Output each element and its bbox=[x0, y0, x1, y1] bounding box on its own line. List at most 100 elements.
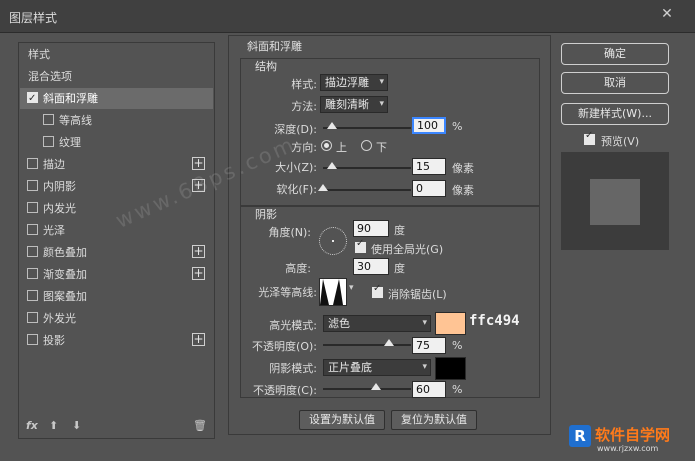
style-item[interactable]: 图案叠加 bbox=[20, 286, 213, 307]
add-effect-icon[interactable]: + bbox=[192, 333, 205, 346]
global-light-checkbox[interactable] bbox=[355, 238, 366, 253]
depth-unit: % bbox=[452, 120, 463, 133]
window-title: 图层样式 bbox=[9, 11, 58, 25]
add-effect-icon[interactable]: + bbox=[192, 157, 205, 170]
depth-slider-thumb[interactable] bbox=[326, 122, 337, 129]
style-item-label: 等高线 bbox=[59, 114, 92, 127]
gloss-contour-picker[interactable] bbox=[319, 278, 347, 306]
style-dropdown[interactable]: 描边浮雕 ▾ bbox=[320, 74, 388, 91]
style-item-label: 描边 bbox=[43, 158, 65, 171]
style-item[interactable]: 颜色叠加 + bbox=[20, 242, 213, 263]
angle-input[interactable]: 90 bbox=[353, 220, 389, 237]
style-label: 样式: bbox=[291, 78, 317, 91]
style-item[interactable]: 纹理 bbox=[20, 132, 213, 153]
style-item[interactable]: 投影 + bbox=[20, 330, 213, 351]
highlight-opacity-unit: % bbox=[452, 339, 463, 352]
direction-up-label: 上 bbox=[336, 141, 347, 154]
style-item-checkbox[interactable] bbox=[27, 180, 38, 191]
style-item[interactable]: 斜面和浮雕 bbox=[20, 88, 213, 109]
soften-slider[interactable] bbox=[318, 184, 411, 191]
style-item-label: 混合选项 bbox=[28, 70, 72, 83]
size-slider-thumb[interactable] bbox=[326, 162, 337, 169]
cancel-button[interactable]: 取消 bbox=[561, 72, 669, 94]
soften-slider-thumb[interactable] bbox=[318, 184, 328, 191]
gloss-contour-label: 光泽等高线: bbox=[258, 286, 317, 299]
depth-input[interactable]: 100 bbox=[412, 117, 446, 134]
direction-up-radio[interactable] bbox=[321, 140, 332, 151]
style-item[interactable]: 混合选项 bbox=[20, 66, 213, 87]
style-item[interactable]: 外发光 bbox=[20, 308, 213, 329]
make-default-button[interactable]: 设置为默认值 bbox=[299, 410, 385, 430]
global-light-label: 使用全局光(G) bbox=[371, 243, 444, 256]
chevron-down-icon: ▾ bbox=[422, 362, 427, 372]
style-item-checkbox[interactable] bbox=[27, 246, 38, 257]
style-item-checkbox[interactable] bbox=[27, 158, 38, 169]
style-item-label: 外发光 bbox=[43, 312, 76, 325]
style-item-label: 样式 bbox=[28, 48, 50, 61]
preview-checkbox[interactable] bbox=[584, 130, 595, 145]
chevron-down-icon: ▾ bbox=[422, 318, 427, 328]
altitude-input[interactable]: 30 bbox=[353, 258, 389, 275]
style-item-label: 内阴影 bbox=[43, 180, 76, 193]
highlight-opacity-slider[interactable] bbox=[323, 339, 411, 346]
style-item-checkbox[interactable] bbox=[27, 312, 38, 323]
shadow-opacity-input[interactable]: 60 bbox=[412, 381, 446, 398]
new-style-button[interactable]: 新建样式(W)... bbox=[561, 103, 669, 125]
style-item[interactable]: 描边 + bbox=[20, 154, 213, 175]
shadow-opacity-slider[interactable] bbox=[323, 383, 411, 390]
highlight-opacity-label: 不透明度(O): bbox=[252, 340, 317, 353]
angle-dial-center bbox=[332, 240, 334, 242]
style-item[interactable]: 等高线 bbox=[20, 110, 213, 131]
fx-icon[interactable]: fx bbox=[26, 419, 38, 432]
style-value: 描边浮雕 bbox=[325, 76, 369, 89]
reset-default-button[interactable]: 复位为默认值 bbox=[391, 410, 477, 430]
style-item-checkbox[interactable] bbox=[27, 88, 38, 109]
style-item-label: 斜面和浮雕 bbox=[43, 92, 98, 105]
shadow-opacity-slider-thumb[interactable] bbox=[370, 383, 381, 390]
soften-label: 软化(F): bbox=[276, 183, 317, 196]
style-item-checkbox[interactable] bbox=[27, 290, 38, 301]
style-item-checkbox[interactable] bbox=[27, 202, 38, 213]
shadow-color-swatch[interactable] bbox=[435, 357, 466, 380]
trash-icon[interactable]: 🗑 bbox=[193, 419, 207, 432]
anti-aliased-checkbox[interactable] bbox=[372, 283, 383, 298]
style-item-label: 颜色叠加 bbox=[43, 246, 87, 259]
highlight-color-swatch[interactable] bbox=[435, 312, 466, 335]
add-effect-icon[interactable]: + bbox=[192, 245, 205, 258]
move-up-icon[interactable]: ⬆ bbox=[49, 419, 58, 432]
shading-title: 阴影 bbox=[255, 208, 277, 221]
highlight-mode-dropdown[interactable]: 滤色 ▾ bbox=[323, 315, 431, 332]
chevron-down-icon: ▾ bbox=[379, 77, 384, 87]
chevron-down-icon[interactable]: ▾ bbox=[349, 283, 354, 293]
add-effect-icon[interactable]: + bbox=[192, 267, 205, 280]
technique-dropdown[interactable]: 雕刻清晰 ▾ bbox=[320, 96, 388, 113]
depth-slider[interactable] bbox=[323, 122, 411, 129]
size-slider[interactable] bbox=[323, 162, 411, 169]
style-item[interactable]: 样式 bbox=[20, 44, 213, 65]
style-item-checkbox[interactable] bbox=[43, 114, 54, 125]
angle-unit: 度 bbox=[394, 224, 405, 237]
angle-dial[interactable] bbox=[319, 227, 347, 255]
close-icon[interactable]: ✕ bbox=[657, 6, 677, 22]
site-logo: R 软件自学网 www.rjzxw.com bbox=[569, 422, 693, 456]
style-item-checkbox[interactable] bbox=[43, 136, 54, 147]
style-item-label: 投影 bbox=[43, 334, 65, 347]
shadow-opacity-unit: % bbox=[452, 383, 463, 396]
style-preview bbox=[561, 152, 669, 250]
move-down-icon[interactable]: ⬇ bbox=[72, 419, 81, 432]
highlight-opacity-input[interactable]: 75 bbox=[412, 337, 446, 354]
styles-list-footer: fx ⬆ ⬇ 🗑 bbox=[18, 414, 213, 438]
altitude-unit: 度 bbox=[394, 262, 405, 275]
style-item-checkbox[interactable] bbox=[27, 224, 38, 235]
ok-button[interactable]: 确定 bbox=[561, 43, 669, 65]
style-item-checkbox[interactable] bbox=[27, 334, 38, 345]
size-input[interactable]: 15 bbox=[412, 158, 446, 175]
structure-title: 结构 bbox=[255, 60, 277, 73]
style-item[interactable]: 渐变叠加 + bbox=[20, 264, 213, 285]
preview-label: 预览(V) bbox=[601, 135, 640, 148]
direction-down-radio[interactable] bbox=[361, 140, 372, 151]
shadow-mode-dropdown[interactable]: 正片叠底 ▾ bbox=[323, 359, 431, 376]
soften-input[interactable]: 0 bbox=[412, 180, 446, 197]
style-item-checkbox[interactable] bbox=[27, 268, 38, 279]
highlight-opacity-slider-thumb[interactable] bbox=[384, 339, 394, 346]
